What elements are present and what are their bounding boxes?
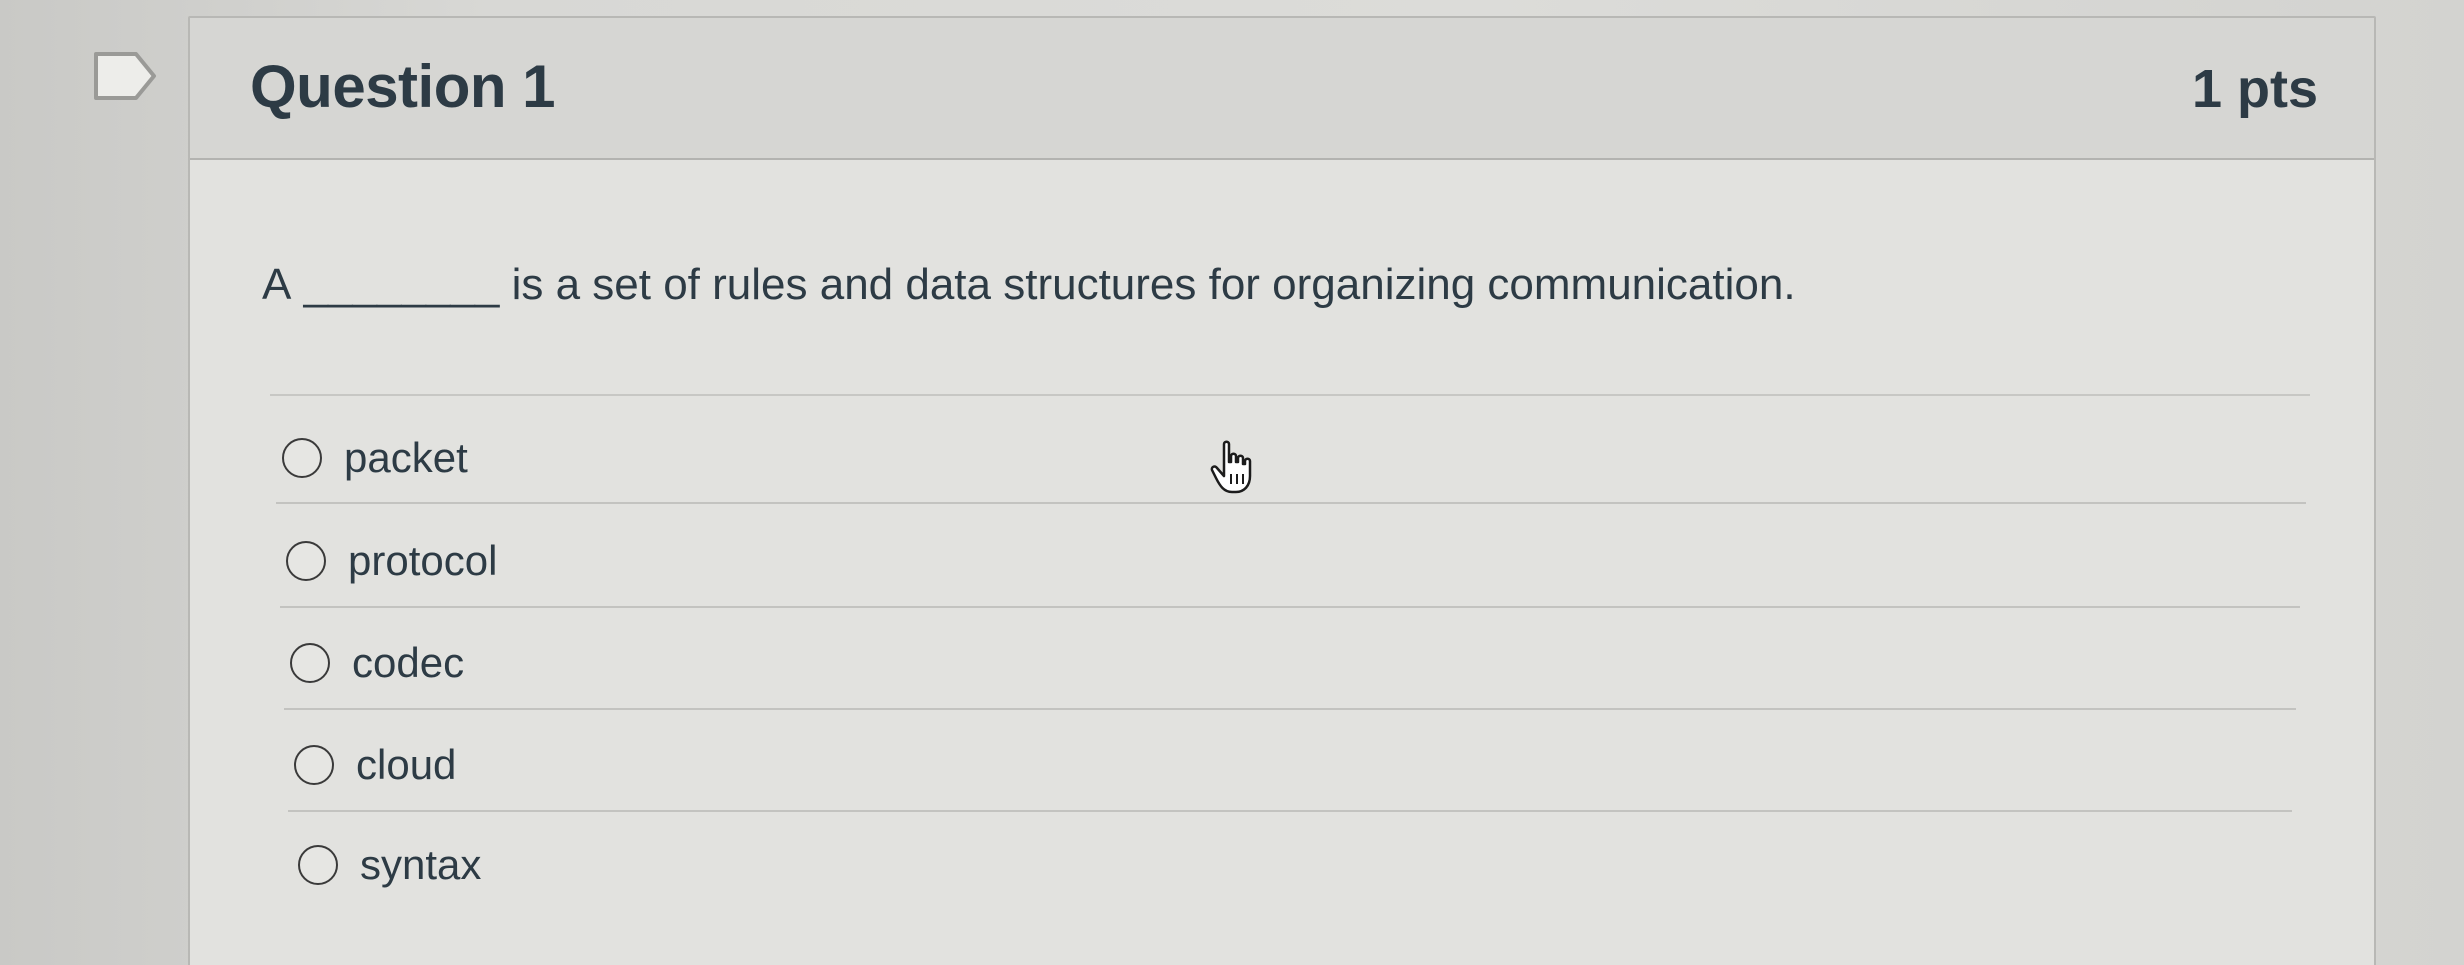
answer-label: syntax [360, 841, 482, 888]
answer-divider [284, 708, 2296, 710]
answer-divider [288, 810, 2292, 812]
answer-option-syntax[interactable]: syntax [298, 830, 481, 900]
question-title: Question 1 [250, 53, 556, 120]
answer-label: cloud [356, 741, 457, 788]
hand-pointer-icon [1210, 440, 1252, 494]
radio-button[interactable] [290, 643, 330, 683]
question-divider [270, 394, 2310, 396]
answer-option-packet[interactable]: packet [282, 423, 468, 493]
radio-button[interactable] [294, 745, 334, 785]
radio-button[interactable] [286, 541, 326, 581]
radio-button[interactable] [298, 845, 338, 885]
radio-button[interactable] [282, 438, 322, 478]
flag-icon[interactable] [92, 50, 158, 102]
question-header: Question 1 1 pts [190, 18, 2374, 160]
answer-option-codec[interactable]: codec [290, 628, 464, 698]
answer-option-cloud[interactable]: cloud [294, 730, 456, 800]
question-text-suffix: is a set of rules and data structures fo… [511, 260, 1796, 309]
question-blank: ________ [303, 260, 500, 309]
answer-label: packet [344, 434, 468, 481]
answer-label: protocol [348, 537, 498, 584]
answer-option-protocol[interactable]: protocol [286, 526, 497, 596]
question-text: A ________ is a set of rules and data st… [262, 260, 1796, 310]
answer-divider [276, 502, 2306, 504]
question-text-prefix: A [262, 260, 292, 309]
question-card: Question 1 1 pts A ________ is a set of … [188, 16, 2376, 965]
question-points: 1 pts [2191, 59, 2318, 119]
answer-label: codec [352, 639, 465, 686]
answer-divider [280, 606, 2300, 608]
